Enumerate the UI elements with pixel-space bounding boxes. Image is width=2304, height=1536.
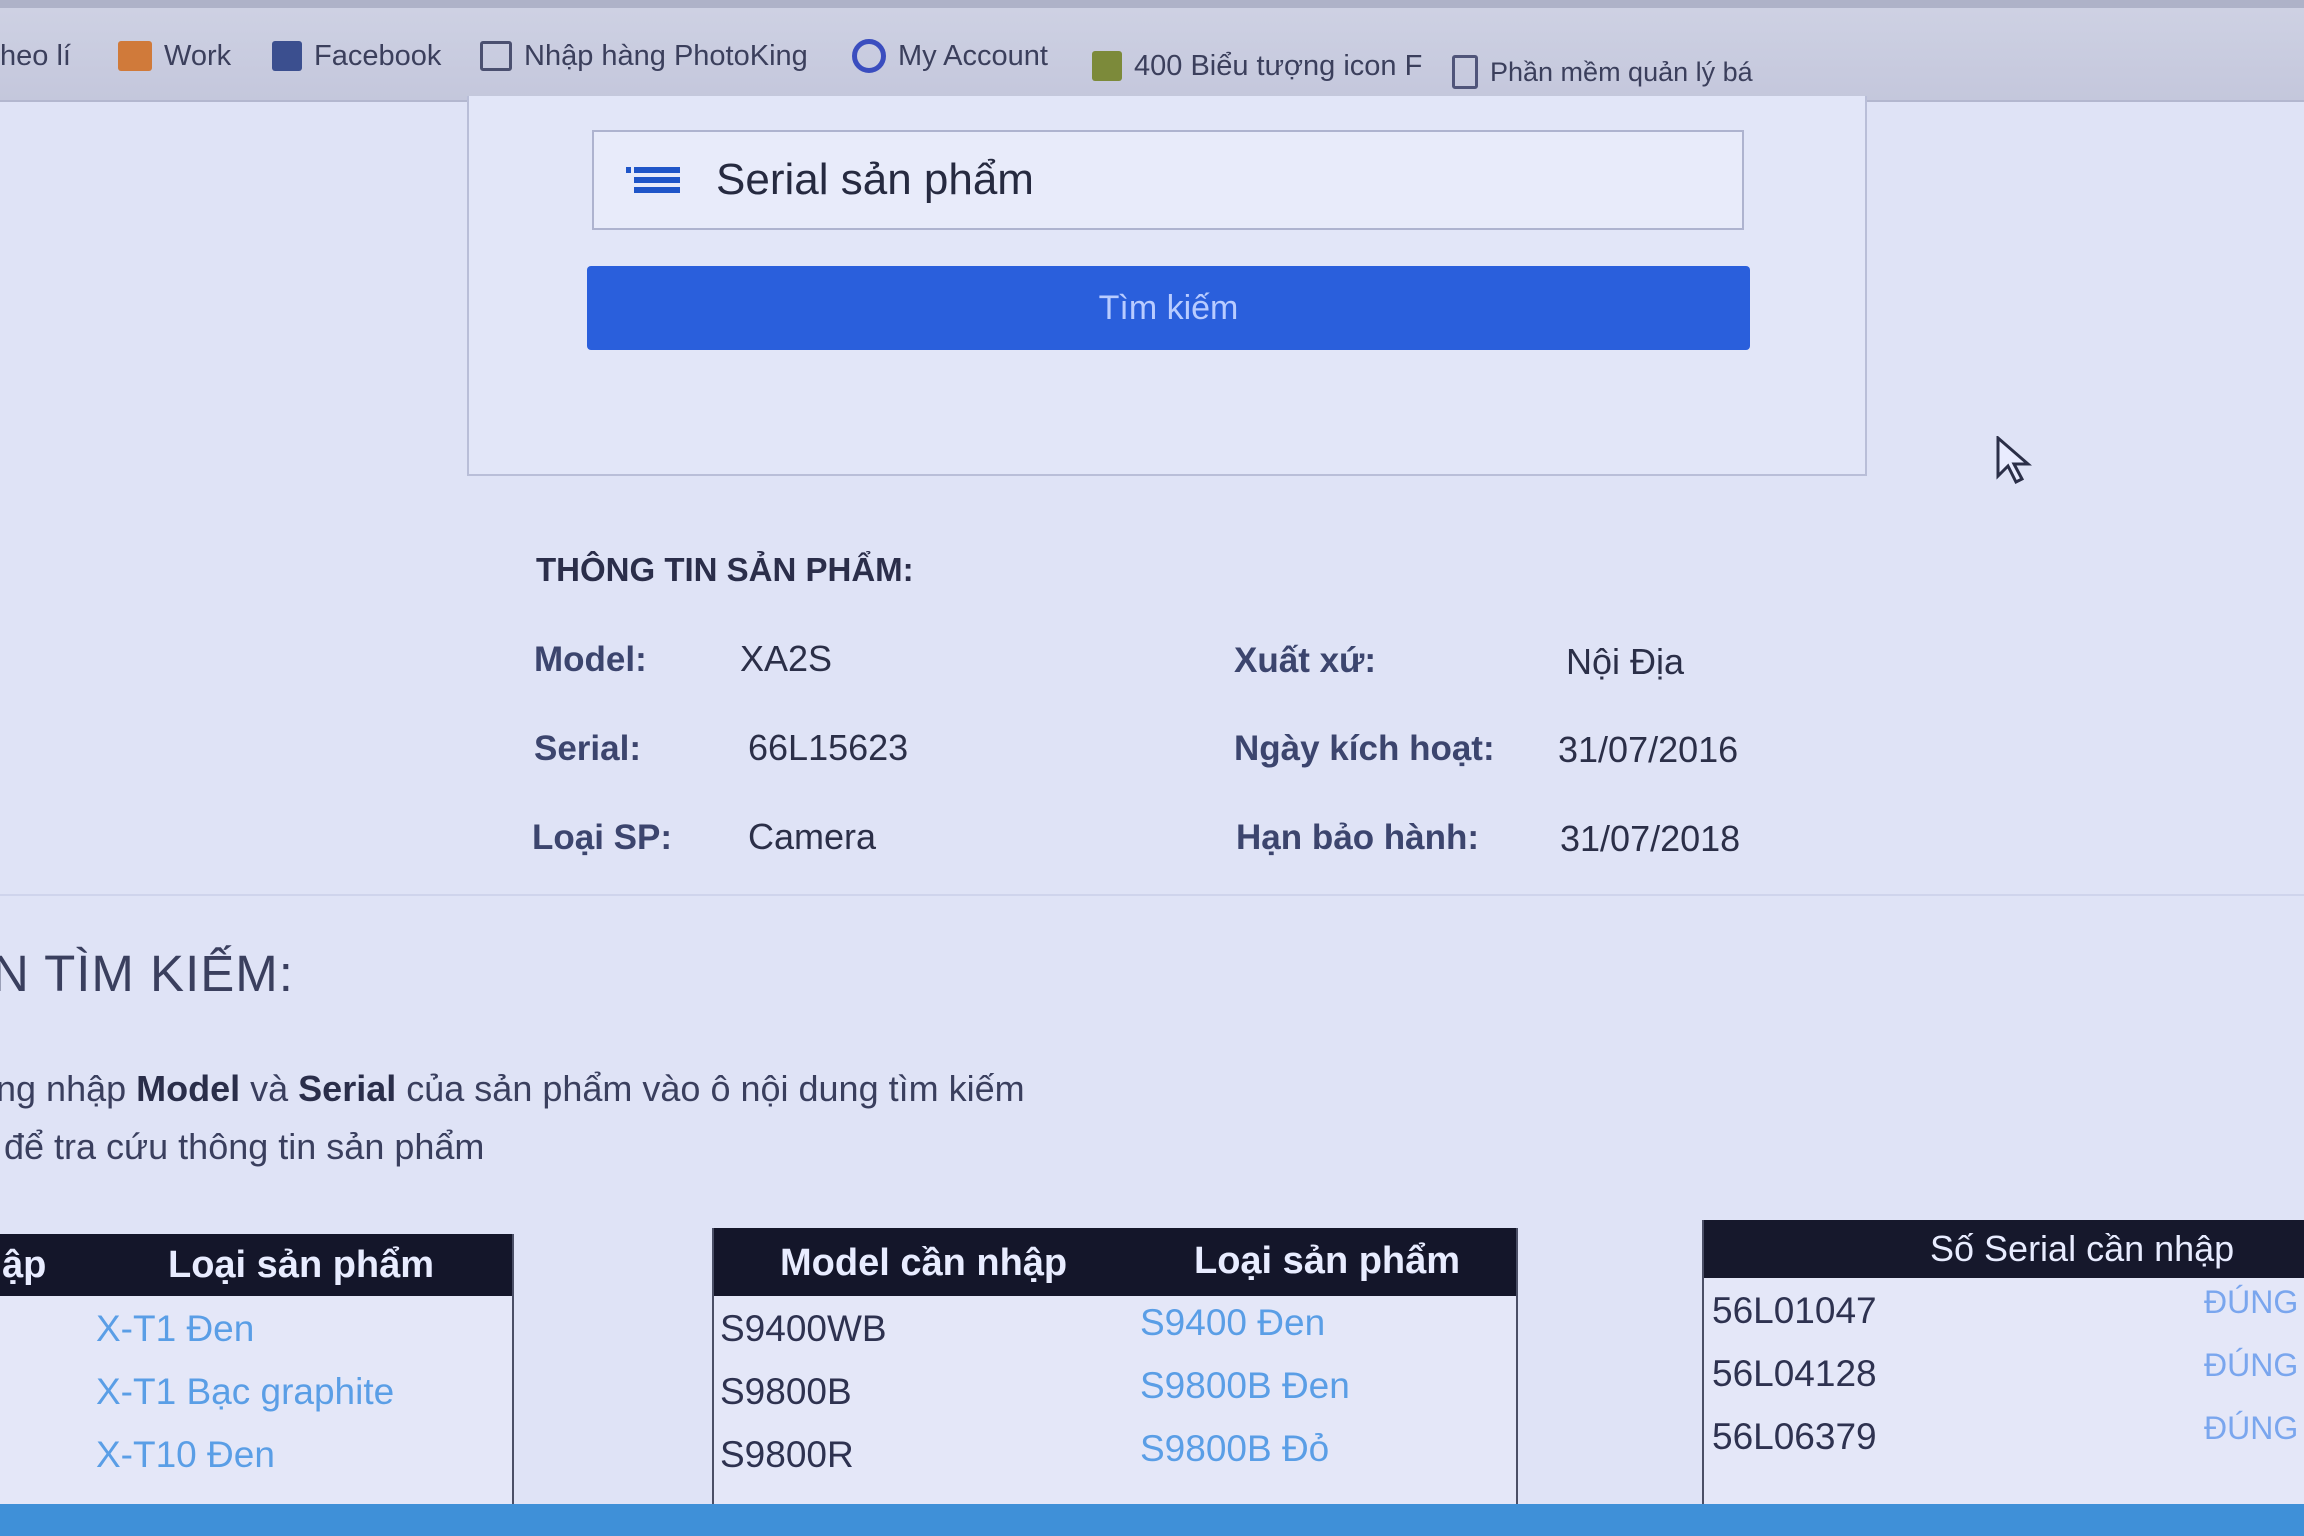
bookmarks-bar: heo lí Work Facebook Nhập hàng PhotoKing… xyxy=(0,0,2304,102)
google-icon xyxy=(852,39,886,73)
guide-model-term: Model xyxy=(136,1068,241,1109)
bookmark-label: heo lí xyxy=(0,39,71,72)
bookmark-my-account[interactable]: My Account xyxy=(852,36,1048,76)
serial-cell: 56L06379 xyxy=(1712,1416,1877,1457)
folder-icon xyxy=(118,41,152,71)
model-cell: S9400WB xyxy=(720,1308,887,1349)
footer-bar xyxy=(0,1504,2304,1536)
model-label: Model: xyxy=(534,640,647,679)
bookmark-photoking[interactable]: Nhập hàng PhotoKing xyxy=(480,36,808,76)
search-button[interactable]: Tìm kiếm xyxy=(587,266,1750,350)
table-row: X-T10 Đen xyxy=(0,1422,512,1485)
table-row: S9400WB S9400 Đen xyxy=(714,1296,1516,1359)
product-link[interactable]: S9400 Đen xyxy=(1140,1302,1325,1344)
column-header: Loại sản phẩm xyxy=(168,1244,435,1286)
origin-label: Xuất xứ: xyxy=(1234,641,1377,680)
sheet-icon xyxy=(480,41,512,71)
model-value: XA2S xyxy=(740,638,833,679)
page-icon xyxy=(1452,55,1478,89)
status-badge: ĐÚNG xyxy=(2204,1284,2299,1320)
guide-line-1: ng nhập Model và Serial của sản phẩm vào… xyxy=(0,1068,1025,1110)
facebook-icon xyxy=(272,41,302,71)
guide-text: ng nhập xyxy=(0,1068,137,1109)
guide-text: và xyxy=(240,1068,299,1109)
column-header: Model cần nhập xyxy=(780,1242,1068,1284)
origin-value: Nội Địa xyxy=(1566,641,1685,682)
table-header: Model cần nhập Loại sản phẩm xyxy=(714,1228,1516,1296)
column-header: ập xyxy=(2,1244,47,1286)
product-link[interactable]: X-T1 Đen xyxy=(96,1308,254,1350)
bookmark-label: My Account xyxy=(898,39,1048,72)
table-row: S9800B S9800B Đen xyxy=(714,1359,1516,1422)
guide-heading: N TÌM KIẾM: xyxy=(0,945,294,1002)
guide-serial-term: Serial xyxy=(298,1068,397,1109)
column-header: Loại sản phẩm xyxy=(1194,1240,1461,1282)
product-link[interactable]: S9800B Đen xyxy=(1140,1365,1350,1407)
model-cell: S9800B xyxy=(720,1371,852,1412)
bookmark-item[interactable]: heo lí xyxy=(0,36,71,76)
product-link[interactable]: S9800B Đỏ xyxy=(1140,1428,1329,1470)
activation-value: 31/07/2016 xyxy=(1558,729,1739,770)
list-icon xyxy=(626,163,680,197)
type-label: Loại SP: xyxy=(532,818,673,857)
bookmark-label: Phần mềm quản lý bá xyxy=(1490,56,1753,87)
serial-label: Serial: xyxy=(534,729,641,768)
serial-value: 66L15623 xyxy=(748,727,909,768)
mouse-cursor-icon xyxy=(1996,436,2032,484)
table-row: X-T1 Bạc graphite xyxy=(0,1359,512,1422)
serial-cell: 56L04128 xyxy=(1712,1353,1877,1394)
serial-cell: 56L01047 xyxy=(1712,1290,1877,1331)
guide-line-2: để tra cứu thông tin sản phẩm xyxy=(4,1126,485,1167)
model-cell: S9800R xyxy=(720,1434,854,1475)
guide-text: của sản phẩm vào ô nội dung tìm kiếm xyxy=(396,1068,1025,1109)
bookmark-label: Facebook xyxy=(314,39,442,72)
bookmark-label: 400 Biểu tượng icon F xyxy=(1134,49,1423,82)
section-divider xyxy=(0,894,2304,896)
bookmark-label: Nhập hàng PhotoKing xyxy=(524,39,808,72)
column-header: Số Serial cần nhập xyxy=(1930,1228,2235,1269)
product-link[interactable]: X-T1 Bạc graphite xyxy=(96,1371,394,1413)
table-row: 56L01047 ĐÚNG xyxy=(1704,1278,2304,1341)
warranty-value: 31/07/2018 xyxy=(1560,818,1741,859)
product-table-2: Model cần nhập Loại sản phẩm S9400WB S94… xyxy=(712,1228,1518,1506)
serial-table: Số Serial cần nhập 56L01047 ĐÚNG 56L0412… xyxy=(1702,1220,2304,1506)
product-info-heading: THÔNG TIN SẢN PHẨM: xyxy=(536,551,914,588)
serial-field[interactable] xyxy=(592,130,1744,230)
status-badge: ĐÚNG xyxy=(2204,1410,2299,1446)
product-table-1: ập Loại sản phẩm X-T1 Đen X-T1 Bạc graph… xyxy=(0,1234,514,1506)
bookmark-icons[interactable]: 400 Biểu tượng icon F xyxy=(1092,46,1422,86)
bookmark-label: Work xyxy=(164,39,232,72)
status-badge: ĐÚNG xyxy=(2204,1347,2299,1383)
address-bar-edge xyxy=(0,0,2304,8)
product-link[interactable]: X-T10 Đen xyxy=(96,1434,275,1476)
icons-site-icon xyxy=(1092,51,1122,81)
table-header: Số Serial cần nhập xyxy=(1704,1220,2304,1278)
serial-input[interactable] xyxy=(714,154,1618,206)
bookmark-work[interactable]: Work xyxy=(118,36,231,76)
table-header: ập Loại sản phẩm xyxy=(0,1234,512,1296)
table-row: 56L04128 ĐÚNG xyxy=(1704,1341,2304,1404)
activation-label: Ngày kích hoạt: xyxy=(1234,729,1495,768)
bookmark-facebook[interactable]: Facebook xyxy=(272,36,441,76)
bookmark-software[interactable]: Phần mềm quản lý bá xyxy=(1452,52,1753,92)
type-value: Camera xyxy=(748,816,877,857)
table-row: X-T1 Đen xyxy=(0,1296,512,1359)
warranty-label: Hạn bảo hành: xyxy=(1236,818,1480,857)
table-row: S9800R S9800B Đỏ xyxy=(714,1422,1516,1485)
table-row: 56L06379 ĐÚNG xyxy=(1704,1404,2304,1467)
